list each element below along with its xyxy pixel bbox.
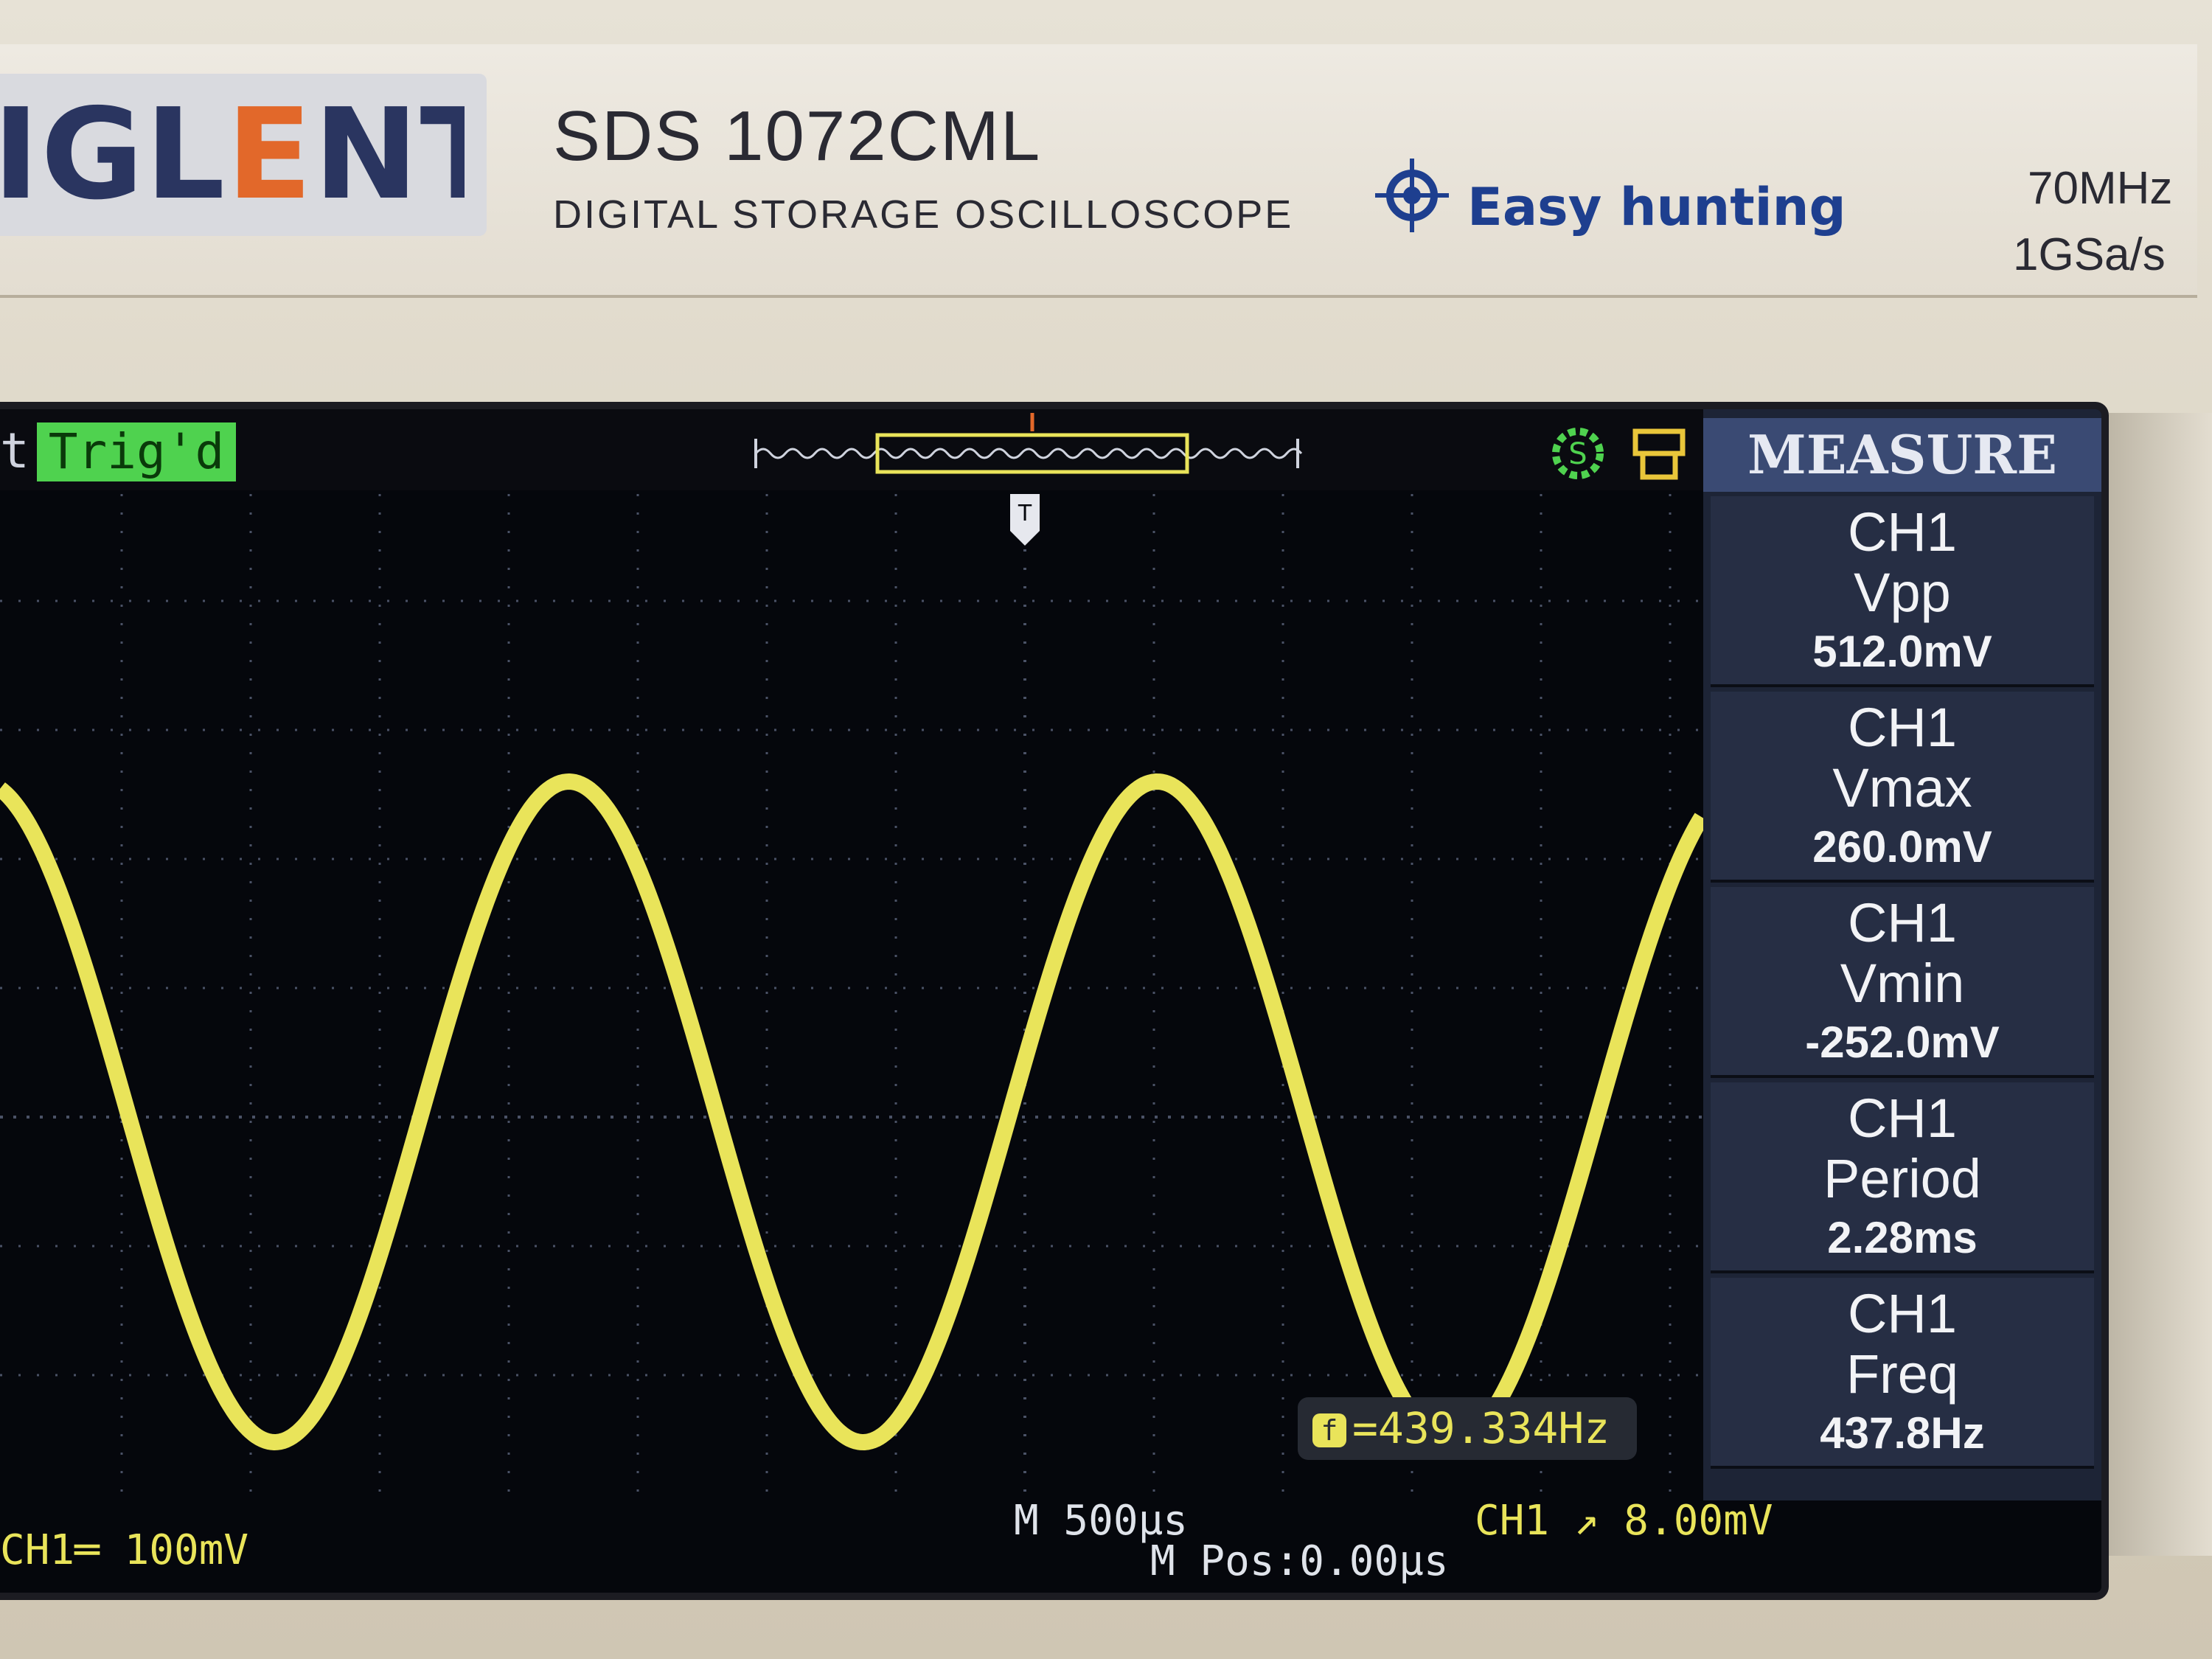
settings-s-icon: S <box>1552 428 1604 479</box>
usb-print-icon <box>1632 428 1686 480</box>
device-subtitle: DIGITAL STORAGE OSCILLOSCOPE <box>553 192 1294 237</box>
measure-name: Vmin <box>1840 953 1965 1014</box>
crosshair-icon <box>1375 159 1449 232</box>
measure-name: Vmax <box>1832 757 1972 818</box>
sample-rate-label: 1GSa/s <box>2013 229 2166 280</box>
measure-menu-title: MEASURE <box>1703 418 2101 492</box>
measure-value: 2.28ms <box>1827 1213 1978 1262</box>
measure-value: -252.0mV <box>1805 1018 2000 1067</box>
model-name: SDS 1072CML <box>553 97 1042 175</box>
trigger-level-readout: CH1 ↗ 8.00mV <box>1475 1497 1773 1545</box>
measure-channel: CH1 <box>1847 1088 1958 1149</box>
ch1-scale-readout: CH1═ 100mV <box>0 1526 249 1574</box>
side-panel <box>2109 413 2212 1556</box>
measure-channel: CH1 <box>1847 892 1958 953</box>
memory-overview <box>754 413 1303 474</box>
waveform-display: T <box>0 494 1703 1497</box>
graticule <box>0 494 1703 1497</box>
measure-slot-vmin[interactable]: CH1 Vmin -252.0mV <box>1711 887 2094 1078</box>
measure-slot-period[interactable]: CH1 Period 2.28ms <box>1711 1082 2094 1273</box>
trigger-t-icon: T <box>1010 494 1040 546</box>
measure-value: 512.0mV <box>1812 627 1992 676</box>
trigger-status-badge: Trig'd <box>37 422 236 481</box>
measure-value: 260.0mV <box>1812 822 1992 872</box>
frequency-counter: f =439.334Hz <box>1298 1397 1637 1460</box>
svg-text:S: S <box>1568 437 1587 471</box>
frequency-icon: f <box>1312 1413 1346 1447</box>
measure-name: Freq <box>1846 1343 1959 1405</box>
measure-value: 437.8Hz <box>1820 1408 1985 1458</box>
ch1-waveform-trace <box>0 773 1703 1450</box>
measure-channel: CH1 <box>1847 697 1958 758</box>
measure-slot-vpp[interactable]: CH1 Vpp 512.0mV <box>1711 496 2094 687</box>
status-bar: t Trig'd S <box>0 409 1703 490</box>
measure-channel: CH1 <box>1847 501 1958 563</box>
measure-menu: MEASURE CH1 Vpp 512.0mV CH1 Vmax 260.0mV… <box>1703 409 2101 1500</box>
brand-end: NT <box>313 88 465 221</box>
frequency-counter-value: =439.334Hz <box>1352 1403 1610 1453</box>
measure-name: Period <box>1823 1148 1981 1209</box>
measure-slot-freq[interactable]: CH1 Freq 437.8Hz <box>1711 1278 2094 1469</box>
measure-name: Vpp <box>1854 562 1951 623</box>
position-readout: M Pos:0.00μs <box>1150 1537 1449 1585</box>
measure-channel: CH1 <box>1847 1283 1958 1344</box>
easy-hunting-label: Easy hunting <box>1467 177 1846 237</box>
brand-logo: IGLENT <box>0 88 465 221</box>
oscilloscope-screen: t Trig'd S T f =439.334Hz MEASURE CH1 Vpp… <box>0 402 2109 1600</box>
brand-accent: E <box>226 88 314 221</box>
measure-slot-vmax[interactable]: CH1 Vmax 260.0mV <box>1711 692 2094 883</box>
bottom-status-bar: CH1═ 100mV M 500μs M Pos:0.00μs CH1 ↗ 8.… <box>0 1497 1773 1593</box>
brand-main: IGL <box>0 88 227 221</box>
bandwidth-label: 70MHz <box>2028 163 2173 214</box>
svg-text:T: T <box>1018 501 1032 526</box>
status-prefix: t <box>0 422 29 479</box>
